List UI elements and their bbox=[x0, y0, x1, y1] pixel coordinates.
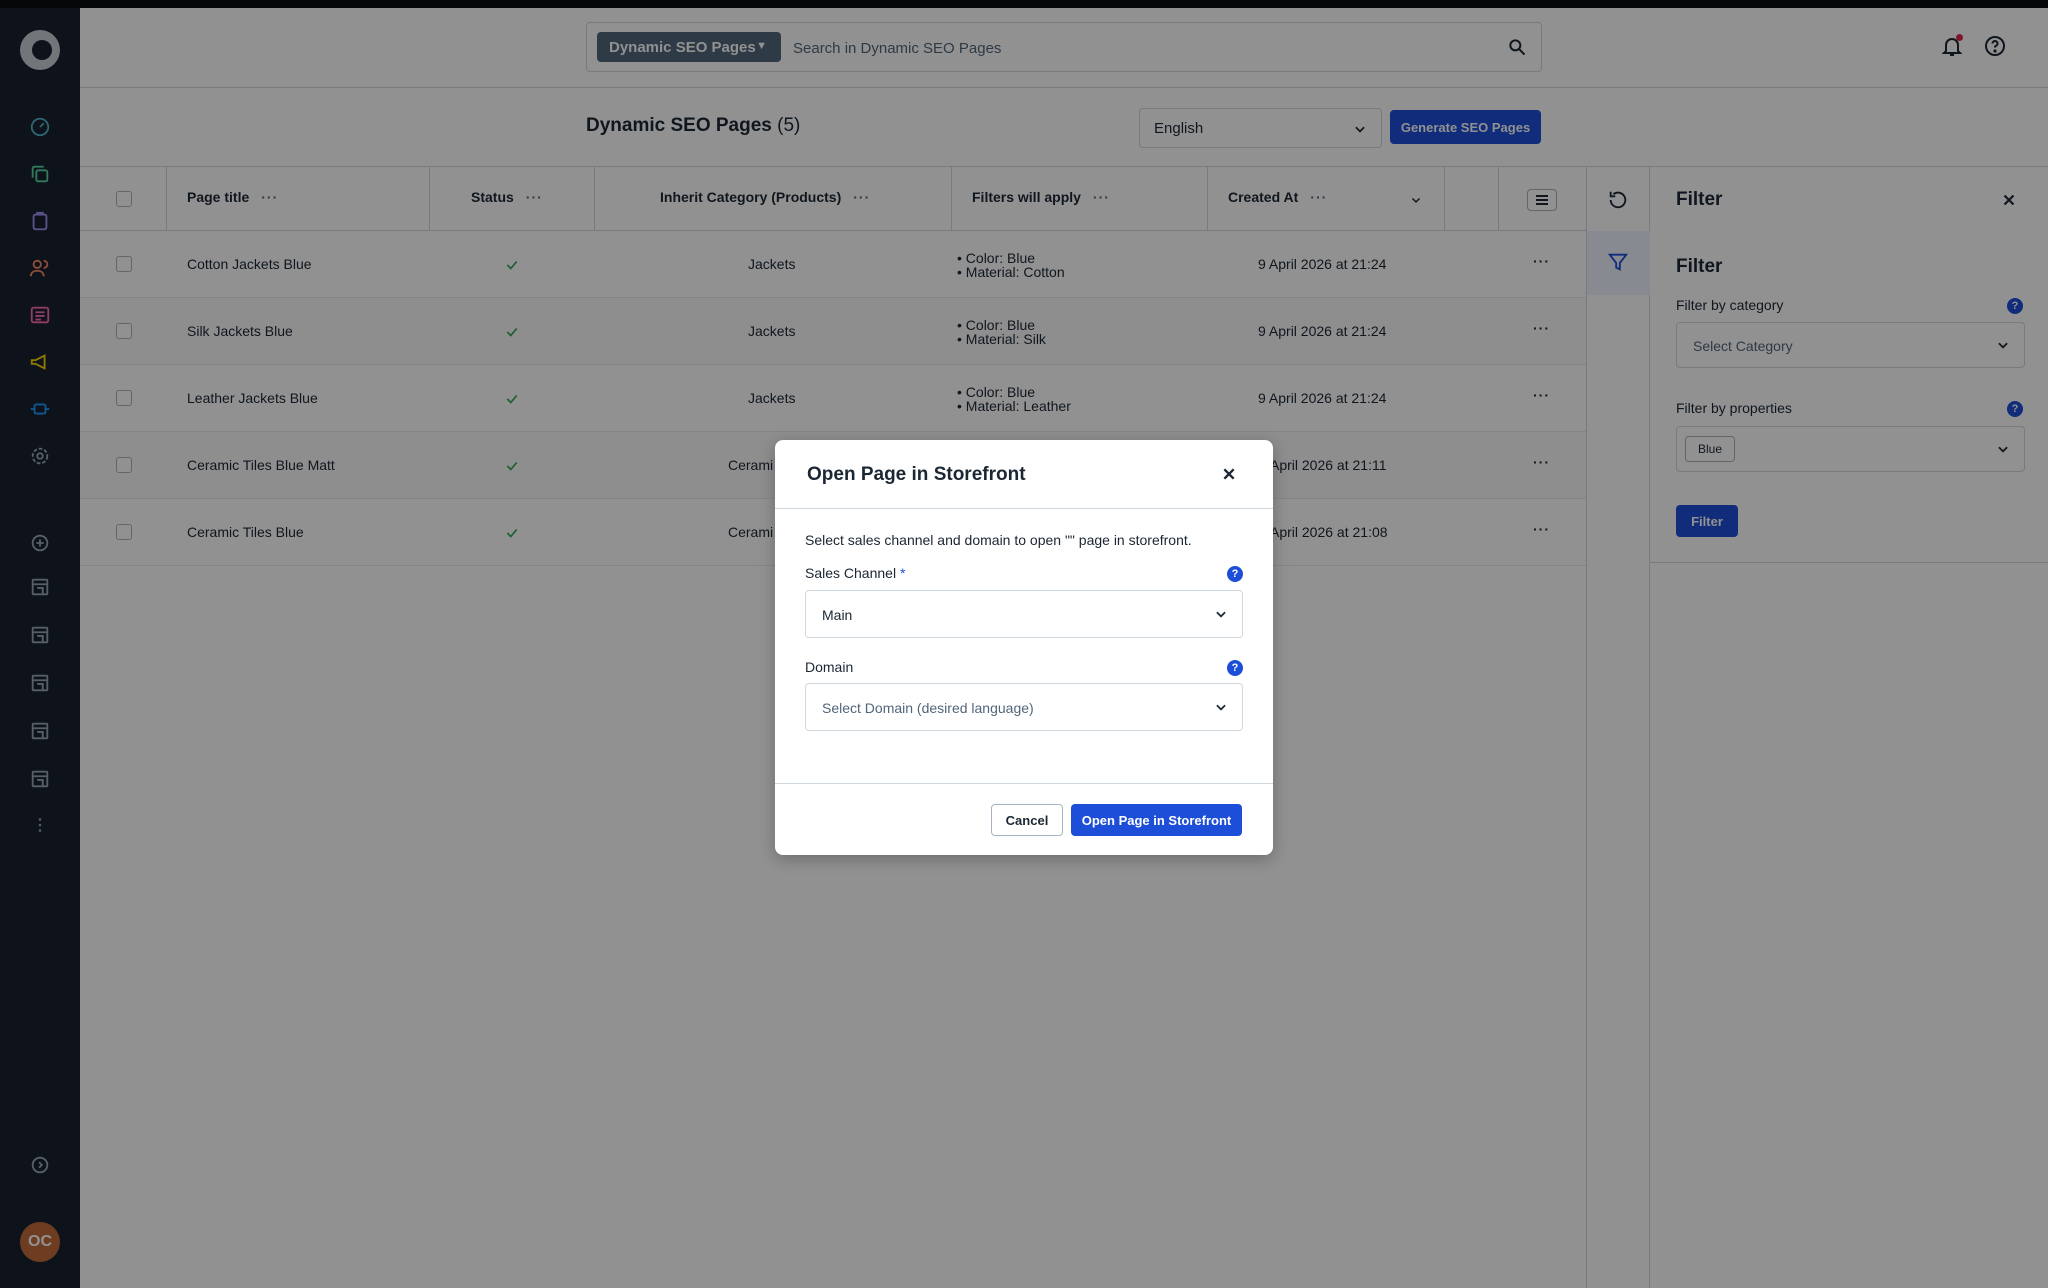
modal-description: Select sales channel and domain to open … bbox=[805, 532, 1192, 548]
modal-footer-divider bbox=[775, 783, 1273, 784]
cancel-button[interactable]: Cancel bbox=[991, 804, 1063, 836]
sales-channel-label: Sales Channel * bbox=[805, 565, 905, 581]
modal-title: Open Page in Storefront bbox=[807, 464, 1026, 485]
domain-label: Domain bbox=[805, 659, 854, 675]
help-icon[interactable]: ? bbox=[1227, 660, 1243, 676]
open-page-in-storefront-button[interactable]: Open Page in Storefront bbox=[1071, 804, 1242, 836]
sales-channel-value: Main bbox=[822, 607, 853, 623]
domain-placeholder: Select Domain (desired language) bbox=[822, 700, 1034, 716]
sales-channel-label-text: Sales Channel bbox=[805, 565, 897, 581]
required-asterisk: * bbox=[899, 565, 906, 581]
help-icon[interactable]: ? bbox=[1227, 566, 1243, 582]
close-icon[interactable] bbox=[1221, 466, 1237, 482]
sales-channel-select[interactable]: Main bbox=[805, 590, 1243, 638]
chevron-down-icon bbox=[1216, 611, 1226, 618]
chevron-down-icon bbox=[1216, 704, 1226, 711]
open-in-storefront-modal: Open Page in Storefront Select sales cha… bbox=[775, 440, 1273, 855]
modal-header: Open Page in Storefront bbox=[775, 440, 1273, 509]
domain-select[interactable]: Select Domain (desired language) bbox=[805, 683, 1243, 731]
